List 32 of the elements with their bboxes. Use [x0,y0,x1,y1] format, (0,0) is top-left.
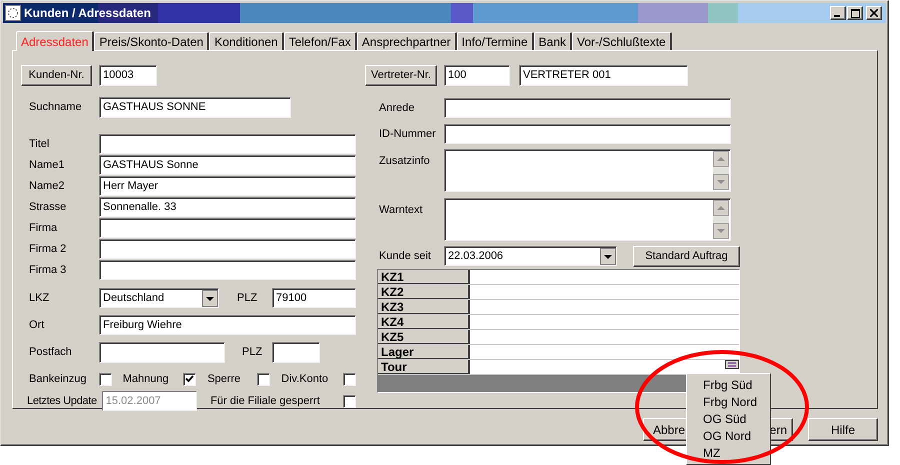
row-header: KZ5 [378,330,470,344]
field-label: Sperre [207,372,240,387]
row-header: KZ3 [378,300,470,314]
field-label: Anrede [378,100,416,116]
field-label: Name1 [28,158,66,173]
field-label: Warntext [378,203,424,218]
field-label: Bankeinzug [29,372,86,387]
row-header: KZ4 [378,315,470,329]
field-label: Firma [28,220,58,236]
row-header: KZ2 [378,285,470,299]
field-label: Firma 3 [28,262,68,278]
window-title: Kunden / Adressdaten [24,5,151,22]
field-label: Div.Konto [281,372,328,387]
field-label: Titel [28,136,50,152]
field-label: Mahnung [122,372,169,387]
field-label: LKZ [28,290,50,306]
field-label: Firma 2 [28,242,68,257]
field-label: ID-Nummer [378,126,437,142]
row-header: KZ1 [378,270,470,284]
field-label: Für die Filiale gesperrt [210,394,321,409]
field-label: Strasse [28,200,68,215]
row-header: Tour [378,360,470,374]
row-header: Lager [378,345,470,359]
field-label: Suchname [28,100,83,116]
field-label: Ort [28,318,46,333]
field-label: Postfach [28,345,73,360]
field-label: PLZ [242,345,264,360]
field-label: Kunde seit [378,248,432,264]
field-label: Name2 [28,178,66,194]
field-label: Zusatzinfo [378,154,431,169]
field-label: Letztes Update [26,394,98,409]
field-label: PLZ [237,290,258,306]
